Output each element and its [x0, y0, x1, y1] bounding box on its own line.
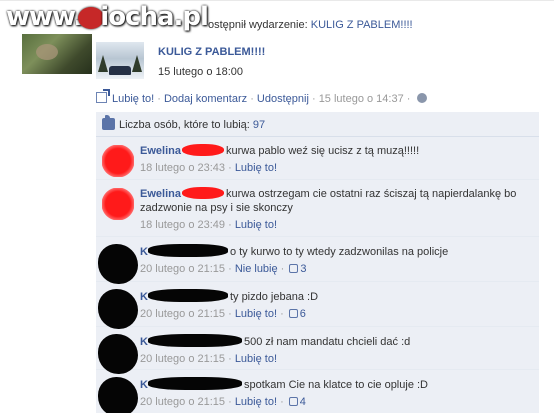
- redaction-black: [147, 377, 242, 390]
- event-attachment[interactable]: KULIG Z PABLEM!!!! 15 lutego o 18:00: [92, 34, 532, 84]
- add-comment-button[interactable]: Dodaj komentarz: [164, 93, 247, 105]
- comment-item: Ewelina kurwa ostrzegam cie ostatni raz ś…: [96, 180, 539, 237]
- comment-item: Kty pizdo jebana :D 20 lutego o 21:15 · …: [96, 282, 539, 329]
- comment-text: kurwa pablo weź się ucisz z tą muzą!!!!!: [225, 145, 420, 157]
- story-header-prefix: ostępnił wydarzenie:: [208, 19, 311, 31]
- comment-author[interactable]: Ewelina: [140, 145, 181, 157]
- comment-text: spotkam Cie na klatce to cie opluje :D: [243, 379, 428, 391]
- like-button[interactable]: Lubię to!: [112, 93, 154, 105]
- story-header: ostępnił wydarzenie: KULIG Z PABLEM!!!!: [208, 19, 413, 31]
- commenter-avatar[interactable]: [98, 244, 138, 284]
- comment-text: o ty kurwo to ty wtedy zadzwonilas na po…: [229, 246, 449, 258]
- share-arrow-icon: [96, 89, 110, 103]
- comment-author[interactable]: K: [140, 336, 148, 348]
- event-date: 15 lutego o 18:00: [158, 66, 244, 78]
- comment-author[interactable]: K: [140, 246, 148, 258]
- comment-time[interactable]: 20 lutego o 21:15: [140, 396, 225, 408]
- event-thumbnail[interactable]: [96, 42, 144, 79]
- redaction-black: [147, 289, 228, 302]
- event-header-link[interactable]: KULIG Z PABLEM!!!!: [311, 19, 413, 31]
- comment-author[interactable]: Ewelina: [140, 188, 181, 200]
- comment-like-button[interactable]: Lubię to!: [235, 308, 277, 320]
- poster-avatar[interactable]: [22, 34, 92, 74]
- comment-time[interactable]: 18 lutego o 23:43: [140, 162, 225, 174]
- comment-item: Kspotkam Cie na klatce to cie opluje :D …: [96, 370, 539, 413]
- comment-time[interactable]: 20 lutego o 21:15: [140, 308, 225, 320]
- share-button[interactable]: Udostępnij: [257, 93, 309, 105]
- like-count-icon: [289, 264, 299, 273]
- like-count-icon: [288, 397, 298, 406]
- commenter-avatar[interactable]: [98, 289, 138, 329]
- comment-item: K 500 zł nam mandatu chcieli dać :d 20 lu…: [96, 327, 539, 374]
- story-actions: Lubię to! · Dodaj komentarz · Udostępnij…: [96, 89, 427, 105]
- comment-item: Ko ty kurwo to ty wtedy zadzwonilas na p…: [96, 237, 539, 284]
- comment-author[interactable]: K: [140, 379, 148, 391]
- comment-item: Ewelina kurwa pablo weź się ucisz z tą mu…: [96, 137, 539, 180]
- comment-like-button[interactable]: Nie lubię: [235, 263, 278, 275]
- commenter-avatar[interactable]: [102, 145, 134, 177]
- commenter-avatar[interactable]: [98, 377, 138, 413]
- likes-count[interactable]: 97: [253, 119, 265, 131]
- redaction-red: [181, 187, 224, 199]
- thumbs-up-icon: [102, 115, 115, 130]
- comment-like-button[interactable]: Lubię to!: [235, 219, 277, 231]
- comment-time[interactable]: 18 lutego o 23:49: [140, 219, 225, 231]
- comment-author[interactable]: K: [140, 291, 148, 303]
- story-timestamp[interactable]: 15 lutego o 14:37: [319, 93, 404, 105]
- commenter-avatar[interactable]: [98, 334, 138, 374]
- commenter-avatar[interactable]: [102, 188, 134, 220]
- comment-like-button[interactable]: Lubię to!: [235, 162, 277, 174]
- comment-like-button[interactable]: Lubię to!: [235, 396, 277, 408]
- comment-time[interactable]: 20 lutego o 21:15: [140, 353, 225, 365]
- comment-like-button[interactable]: Lubię to!: [235, 353, 277, 365]
- likes-bar: Liczba osób, które to lubią: 97: [96, 112, 539, 137]
- comment-like-count[interactable]: 3: [300, 263, 306, 275]
- like-count-icon: [288, 309, 298, 318]
- redaction-black: [147, 244, 228, 257]
- comment-like-count[interactable]: 4: [300, 396, 306, 408]
- comment-time[interactable]: 20 lutego o 21:15: [140, 263, 225, 275]
- comment-list: Liczba osób, które to lubią: 97 Ewelina k…: [96, 112, 539, 413]
- top-divider: [0, 0, 554, 1]
- comment-text: 500 zł nam mandatu chcieli dać :d: [243, 336, 411, 348]
- redaction-black: [147, 334, 242, 347]
- comment-like-count[interactable]: 6: [300, 308, 306, 320]
- globe-icon: [416, 93, 427, 103]
- watermark-logo: www. iocha.pl: [6, 2, 209, 32]
- likes-label: Liczba osób, które to lubią:: [119, 119, 250, 131]
- event-title[interactable]: KULIG Z PABLEM!!!!: [158, 46, 265, 58]
- redaction-red: [181, 144, 224, 156]
- comment-text: ty pizdo jebana :D: [229, 291, 319, 303]
